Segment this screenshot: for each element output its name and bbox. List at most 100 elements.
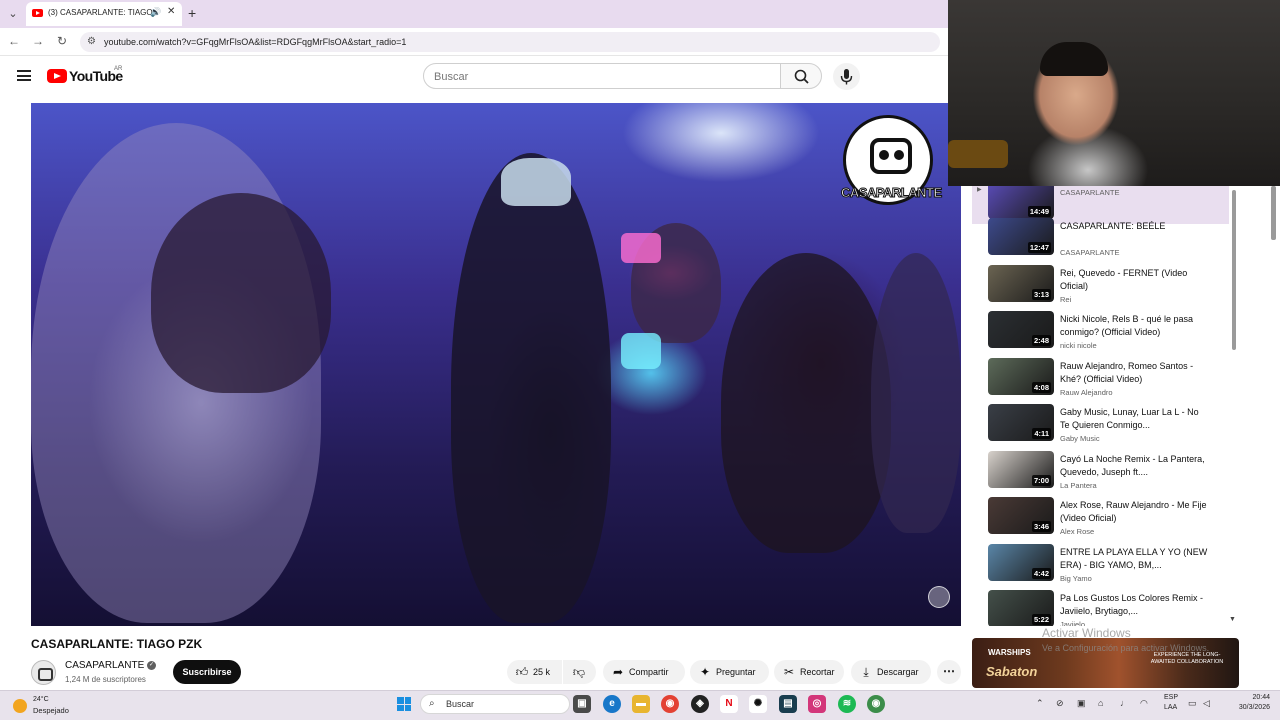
playlist-thumbnail[interactable]: 3:13 <box>988 264 1054 302</box>
url-field[interactable]: ⚙ youtube.com/watch?v=GFqgMrFlsOA&list=R… <box>80 32 940 52</box>
playlist-title[interactable]: Pa Los Gustos Los Colores Remix - Javiie… <box>1060 592 1210 618</box>
browser-tab[interactable]: (3) CASAPARLANTE: TIAGO 🔊 ✕ <box>26 2 182 26</box>
edge-icon[interactable]: e <box>603 695 621 713</box>
speaker-icon[interactable]: 🔊 <box>150 7 161 18</box>
new-tab-icon[interactable]: + <box>188 5 196 21</box>
back-icon[interactable]: ← <box>6 34 22 48</box>
playlist-title[interactable]: CASAPARLANTE: BEÉLE <box>1060 220 1210 233</box>
playlist-thumbnail[interactable]: 5:22 <box>988 590 1054 626</box>
search-button[interactable] <box>780 63 822 89</box>
task-view-icon[interactable]: ▣ <box>573 695 591 713</box>
playlist-thumbnail[interactable]: 3:46 <box>988 497 1054 534</box>
input-language[interactable]: ESP <box>1164 694 1178 701</box>
address-bar-row: ← → ↻ ⚙ youtube.com/watch?v=GFqgMrFlsOA&… <box>0 28 948 56</box>
channel-avatar[interactable] <box>31 660 56 685</box>
ask-button[interactable]: ✦ Preguntar <box>690 660 769 684</box>
site-info-icon[interactable]: ⚙ <box>87 36 96 47</box>
playlist-channel: Rauw Alejandro <box>1060 387 1113 397</box>
playlist-title[interactable]: Cayó La Noche Remix - La Pantera, Queved… <box>1060 453 1210 479</box>
menu-icon[interactable] <box>17 70 31 81</box>
share-button[interactable]: ➦ Compartir <box>603 660 685 684</box>
playlist-scroll-thumb[interactable] <box>1232 190 1236 350</box>
chrome-icon[interactable]: ◉ <box>661 695 679 713</box>
page-scrollbar[interactable] <box>1271 186 1276 240</box>
playlist-item[interactable]: 4:08 Rauw Alejandro, Romeo Santos - Khé? … <box>972 356 1229 400</box>
playlist-title[interactable]: Rauw Alejandro, Romeo Santos - Khé? (Off… <box>1060 360 1210 386</box>
playlist-title[interactable]: Alex Rose, Rauw Alejandro - Me Fije (Vid… <box>1060 499 1210 525</box>
weather-description[interactable]: Despejado <box>33 706 69 715</box>
channel-name[interactable]: CASAPARLANTE <box>65 660 144 671</box>
tab-list-chevron-icon[interactable]: ⌄ <box>4 5 22 23</box>
more-actions-icon[interactable]: ⋯ <box>937 660 961 684</box>
crowd-shape <box>871 253 961 533</box>
tray-wifi-icon[interactable]: ◠ <box>1140 698 1148 709</box>
playlist-title[interactable]: Gaby Music, Lunay, Luar La L - No Te Qui… <box>1060 406 1210 432</box>
tray-app-icon-2[interactable]: ▣ <box>1077 698 1086 709</box>
clock-time[interactable]: 20:44 <box>1222 694 1270 701</box>
weather-sun-icon[interactable] <box>13 699 27 713</box>
forward-icon[interactable]: → <box>30 34 46 48</box>
scroll-down-icon[interactable]: ▼ <box>1229 616 1236 623</box>
download-button[interactable]: ⤓ Descargar <box>851 660 931 684</box>
tray-mic-icon[interactable]: ♩ <box>1120 698 1129 708</box>
netflix-icon[interactable]: N <box>720 695 738 713</box>
windows-start-icon[interactable] <box>397 697 411 711</box>
search-box[interactable] <box>423 63 781 89</box>
search-input[interactable] <box>434 69 764 84</box>
playlist-item[interactable]: 4:11 Gaby Music, Lunay, Luar La L - No Te… <box>972 402 1229 446</box>
spotify-icon[interactable]: ≋ <box>838 695 856 713</box>
voice-search-button[interactable] <box>833 63 860 90</box>
playlist-title[interactable]: ENTRE LA PLAYA ELLA Y YO (NEW ERA) - BIG… <box>1060 546 1210 572</box>
playlist-channel: Alex Rose <box>1060 527 1095 536</box>
tray-app-icon[interactable]: ⊘ <box>1056 698 1064 709</box>
search-icon: ⌕ <box>429 698 435 709</box>
playlist-item[interactable]: 3:13 Rei, Quevedo - FERNET (Video Oficial… <box>972 263 1229 307</box>
file-explorer-icon[interactable]: ▬ <box>632 695 650 713</box>
like-button[interactable]: 👍︎ 25 k <box>507 660 562 684</box>
reload-icon[interactable]: ↻ <box>54 34 70 48</box>
app-icon[interactable]: ◈ <box>691 695 709 713</box>
tray-volume-icon[interactable]: ◁ <box>1203 698 1210 709</box>
weather-temperature[interactable]: 24°C <box>33 696 49 703</box>
playlist-item[interactable]: 5:22 Pa Los Gustos Los Colores Remix - Ja… <box>972 588 1229 626</box>
playlist-thumbnail[interactable]: 4:08 <box>988 357 1054 395</box>
video-player[interactable]: CASAPARLANTE <box>31 103 961 626</box>
playlist-channel: Big Yamo <box>1060 573 1092 583</box>
browser-tab-bar: ⌄ (3) CASAPARLANTE: TIAGO 🔊 ✕ + <box>0 0 948 28</box>
dislike-button[interactable]: 👎︎ <box>563 660 596 684</box>
playlist-title[interactable]: Rei, Quevedo - FERNET (Video Oficial) <box>1060 267 1210 293</box>
playlist-item[interactable]: 7:00 Cayó La Noche Remix - La Pantera, Qu… <box>972 449 1229 493</box>
instagram-icon[interactable]: ◎ <box>808 695 826 713</box>
clip-button[interactable]: ✂ Recortar <box>774 660 844 684</box>
clock-date[interactable]: 30/3/2026 <box>1222 704 1270 711</box>
youtube-logo-icon[interactable] <box>47 69 67 83</box>
playlist-item[interactable]: 3:46 Alex Rose, Rauw Alejandro - Me Fije … <box>972 495 1229 539</box>
microphone-icon <box>840 69 853 85</box>
tab-close-icon[interactable]: ✕ <box>167 6 175 17</box>
verified-icon: ✓ <box>147 661 156 670</box>
keyboard-layout[interactable]: LAA <box>1164 704 1177 711</box>
playlist-thumbnail[interactable]: 7:00 <box>988 450 1054 488</box>
playlist-item[interactable]: 12:47 CASAPARLANTE: BEÉLE CASAPARLANTE <box>972 216 1229 260</box>
tray-network-icon[interactable]: ▭ <box>1188 698 1197 709</box>
overlay-logo-text: CASAPARLANTE <box>841 185 943 201</box>
subscribe-button[interactable]: Suscribirse <box>173 660 241 684</box>
playlist-thumbnail[interactable]: 2:48 <box>988 311 1054 348</box>
channel-watermark-icon[interactable] <box>928 586 950 608</box>
chrome-profile-icon[interactable]: ◉ <box>867 695 885 713</box>
playlist-item[interactable]: 4:42 ENTRE LA PLAYA ELLA Y YO (NEW ERA) -… <box>972 542 1229 586</box>
playlist-title[interactable]: Nicki Nicole, Rels B - qué le pasa conmi… <box>1060 313 1210 339</box>
playlist-thumbnail[interactable]: 4:42 <box>988 543 1054 581</box>
url-text: youtube.com/watch?v=GFqgMrFlsOA&list=RDG… <box>104 37 407 47</box>
windows-activation-text: Ve a Configuración para activar Windows. <box>1042 643 1210 653</box>
playlist-thumbnail[interactable]: 4:11 <box>988 404 1054 441</box>
playlist-item[interactable]: 2:48 Nicki Nicole, Rels B - qué le pasa c… <box>972 309 1229 353</box>
chatgpt-icon[interactable]: ✺ <box>749 695 767 713</box>
app-icon-2[interactable]: ▤ <box>779 695 797 713</box>
playlist-thumbnail[interactable]: 14:49 <box>988 186 1054 219</box>
taskbar-search[interactable]: ⌕ Buscar <box>420 694 570 714</box>
playlist-thumbnail[interactable]: 12:47 <box>988 218 1054 255</box>
tray-chevron-icon[interactable]: ⌃ <box>1036 698 1044 709</box>
video-title: CASAPARLANTE: TIAGO PZK <box>31 637 203 651</box>
tray-app-icon-3[interactable]: ⌂ <box>1098 698 1103 708</box>
